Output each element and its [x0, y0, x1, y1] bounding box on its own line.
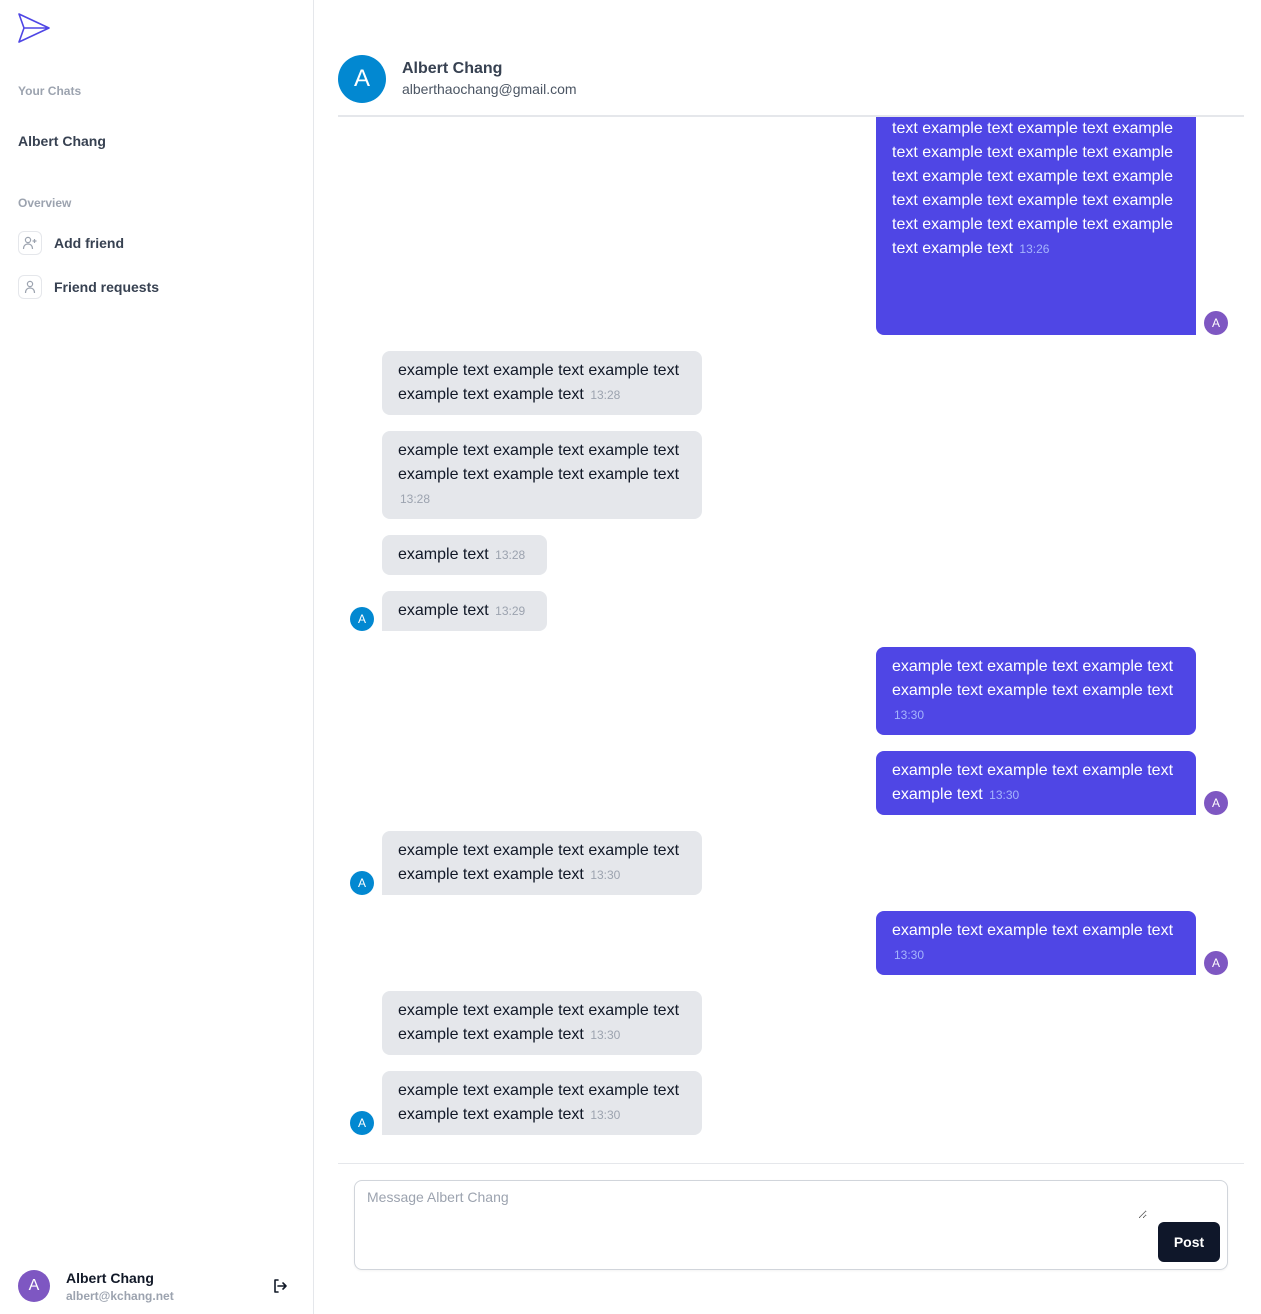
nav-friend-requests[interactable]: Friend requests — [18, 275, 159, 299]
message-text: example text example text example text e… — [398, 362, 680, 403]
message-time: 13:30 — [590, 1108, 621, 1122]
message-text: example text example text example text e… — [398, 1002, 680, 1043]
nav-add-friend-label: Add friend — [54, 235, 124, 251]
message-text: example text example text example text e… — [398, 1082, 680, 1123]
message-text: example text example text example text e… — [398, 842, 680, 883]
message-time: 13:30 — [590, 868, 621, 882]
message-time: 13:30 — [894, 948, 925, 962]
chat-partner-name: Albert Chang — [402, 60, 503, 77]
chat-item-albert-chang[interactable]: Albert Chang — [18, 133, 106, 149]
current-user-email: albert@kchang.net — [66, 1289, 174, 1303]
message-composer: Post — [354, 1180, 1228, 1270]
message-time: 13:30 — [894, 708, 925, 722]
your-chats-label: Your Chats — [18, 84, 82, 98]
avatar: A — [338, 55, 386, 103]
nav-friend-requests-label: Friend requests — [54, 279, 160, 295]
message-input[interactable] — [367, 1189, 1147, 1219]
logout-icon[interactable] — [270, 1276, 290, 1296]
message-list[interactable]: text example text example text example t… — [338, 117, 1244, 1147]
avatar: A — [1204, 791, 1228, 815]
sidebar: Your Chats Albert Chang Overview Add fri… — [0, 0, 314, 1314]
message-bubble: example text example text example text e… — [382, 351, 702, 415]
message-time: 13:28 — [495, 548, 526, 562]
post-button[interactable]: Post — [1158, 1222, 1220, 1262]
user-plus-icon — [18, 231, 42, 255]
message-time: 13:26 — [1019, 242, 1050, 256]
overview-label: Overview — [18, 196, 72, 210]
avatar: A — [350, 1111, 374, 1135]
paper-plane-icon[interactable] — [16, 12, 52, 44]
message-bubble: example text example text example text e… — [876, 751, 1196, 815]
message-text: example text — [398, 546, 489, 563]
current-user: A Albert Chang albert@kchang.net — [18, 1268, 174, 1304]
message-time: 13:30 — [590, 1028, 621, 1042]
message-text: example text example text example text e… — [398, 442, 680, 483]
message-time: 13:28 — [400, 492, 431, 506]
message-time: 13:29 — [495, 604, 526, 618]
message-text: example text example text example text e… — [892, 658, 1174, 699]
message-bubble: example text example text example text e… — [382, 991, 702, 1055]
composer-divider — [338, 1163, 1244, 1164]
message-text: text example text example text example t… — [892, 120, 1174, 257]
message-bubble: text example text example text example t… — [876, 117, 1196, 335]
avatar: A — [18, 1270, 50, 1302]
message-bubble: example text example text example text e… — [382, 1071, 702, 1135]
message-time: 13:30 — [989, 788, 1020, 802]
user-icon — [18, 275, 42, 299]
avatar: A — [1204, 311, 1228, 335]
message-bubble: example text example text example text e… — [876, 647, 1196, 735]
message-bubble: example text example text example text e… — [382, 831, 702, 895]
avatar: A — [1204, 951, 1228, 975]
message-text: example text — [398, 602, 489, 619]
message-text: example text example text example text — [892, 922, 1174, 939]
avatar: A — [350, 607, 374, 631]
chat-header: A Albert Chang alberthaochang@gmail.com — [338, 55, 1244, 117]
message-bubble: example text 13:28 — [382, 535, 547, 575]
chat-partner-email: alberthaochang@gmail.com — [402, 81, 577, 97]
message-bubble: example text 13:29 — [382, 591, 547, 631]
message-time: 13:28 — [590, 388, 621, 402]
message-text: example text example text example text e… — [892, 762, 1174, 803]
avatar: A — [350, 871, 374, 895]
chat-panel: A Albert Chang alberthaochang@gmail.com … — [314, 0, 1261, 1314]
message-bubble: example text example text example text 1… — [876, 911, 1196, 975]
current-user-name: Albert Chang — [66, 1270, 154, 1286]
message-bubble: example text example text example text e… — [382, 431, 702, 519]
nav-add-friend[interactable]: Add friend — [18, 231, 124, 255]
